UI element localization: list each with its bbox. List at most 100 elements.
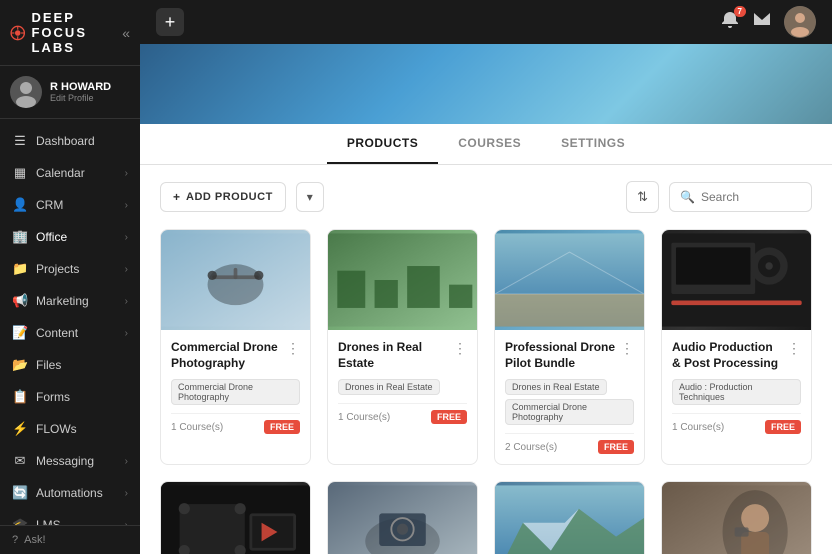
- sidebar-item-dashboard[interactable]: ☰ Dashboard: [0, 125, 140, 157]
- product-footer: 2 Course(s) FREE: [505, 433, 634, 454]
- product-menu-button[interactable]: ⋮: [616, 340, 634, 357]
- sidebar-item-files[interactable]: 📂 Files: [0, 349, 140, 381]
- add-product-dropdown-button[interactable]: ▾: [296, 182, 324, 212]
- sidebar-profile[interactable]: R HOWARD Edit Profile: [0, 66, 140, 119]
- ask-icon: ?: [12, 534, 18, 546]
- product-tag: Audio : Production Techniques: [672, 379, 801, 405]
- tab-courses[interactable]: COURSES: [438, 124, 541, 164]
- sidebar-item-messaging[interactable]: ✉ Messaging ›: [0, 445, 140, 477]
- sidebar-item-label: CRM: [36, 198, 63, 212]
- notifications-button[interactable]: 7: [720, 10, 740, 35]
- product-card-the-practicing-photographer[interactable]: The Practicing Photographer ⋮ Practicing…: [327, 481, 478, 554]
- sidebar-item-lms[interactable]: 🎓 LMS ›: [0, 509, 140, 525]
- chevron-right-icon: ›: [125, 456, 128, 467]
- product-title-row: Audio Production & Post Processing ⋮: [672, 340, 801, 371]
- product-card-cinematography-bundle[interactable]: Cinematography Bundle ⋮ Cinematography B…: [160, 481, 311, 554]
- dashboard-icon: ☰: [12, 133, 28, 149]
- sidebar: DEEP FOCUS LABS « R HOWARD Edit Profile …: [0, 0, 140, 554]
- tab-settings[interactable]: SETTINGS: [541, 124, 645, 164]
- profile-avatar: [10, 76, 42, 108]
- product-tags: Drones in Real Estate Commercial Drone P…: [505, 379, 634, 425]
- chevron-right-icon: ›: [125, 488, 128, 499]
- free-badge: FREE: [765, 420, 801, 434]
- projects-icon: 📁: [12, 261, 28, 277]
- sidebar-item-marketing[interactable]: 📢 Marketing ›: [0, 285, 140, 317]
- product-image: [495, 230, 644, 330]
- sidebar-item-label: Files: [36, 358, 61, 372]
- content-area: PRODUCTS COURSES SETTINGS + ADD PRODUCT …: [140, 44, 832, 554]
- product-card-commercial-drone-photography[interactable]: Commercial Drone Photography ⋮ Commercia…: [160, 229, 311, 465]
- product-image: [662, 482, 811, 554]
- product-menu-button[interactable]: ⋮: [282, 340, 300, 357]
- product-menu-button[interactable]: ⋮: [783, 340, 801, 357]
- tab-products[interactable]: PRODUCTS: [327, 124, 438, 164]
- app-name: DEEP FOCUS LABS: [31, 10, 116, 55]
- sidebar-item-label: Forms: [36, 390, 70, 404]
- sidebar-item-content[interactable]: 📝 Content ›: [0, 317, 140, 349]
- user-avatar[interactable]: [784, 6, 816, 38]
- product-tags: Commercial Drone Photography: [171, 379, 300, 405]
- product-title-row: Professional Drone Pilot Bundle ⋮: [505, 340, 634, 371]
- content-icon: 📝: [12, 325, 28, 341]
- product-title: Audio Production & Post Processing: [672, 340, 783, 371]
- add-button[interactable]: +: [156, 8, 184, 36]
- edit-profile-link[interactable]: Edit Profile: [50, 93, 111, 103]
- chevron-right-icon: ›: [125, 296, 128, 307]
- messages-button[interactable]: [752, 10, 772, 35]
- sidebar-item-label: Content: [36, 326, 78, 340]
- calendar-icon: ▦: [12, 165, 28, 181]
- forms-icon: 📋: [12, 389, 28, 405]
- product-body: Professional Drone Pilot Bundle ⋮ Drones…: [495, 330, 644, 464]
- sidebar-item-automations[interactable]: 🔄 Automations ›: [0, 477, 140, 509]
- sort-button[interactable]: ⇅: [626, 181, 659, 213]
- add-product-label: ADD PRODUCT: [186, 191, 273, 203]
- free-badge: FREE: [431, 410, 467, 424]
- logo-icon: [10, 19, 25, 47]
- sidebar-item-label: LMS: [36, 518, 61, 525]
- sidebar-item-label: Messaging: [36, 454, 94, 468]
- sidebar-item-label: Calendar: [36, 166, 85, 180]
- product-tag-1: Drones in Real Estate: [505, 379, 607, 395]
- sidebar-item-forms[interactable]: 📋 Forms: [0, 381, 140, 413]
- sidebar-item-label: Marketing: [36, 294, 89, 308]
- product-footer: 1 Course(s) FREE: [672, 413, 801, 434]
- ask-label: Ask!: [24, 534, 45, 546]
- profile-info: R HOWARD Edit Profile: [50, 81, 111, 103]
- office-icon: 🏢: [12, 229, 28, 245]
- plus-icon: +: [173, 190, 180, 204]
- product-tag-2: Commercial Drone Photography: [505, 399, 634, 425]
- product-footer: 1 Course(s) FREE: [171, 413, 300, 434]
- product-title-row: Commercial Drone Photography ⋮: [171, 340, 300, 371]
- free-badge: FREE: [598, 440, 634, 454]
- courses-count: 2 Course(s): [505, 442, 557, 453]
- product-card-professional-drone-pilot-bundle[interactable]: Professional Drone Pilot Bundle ⋮ Drones…: [494, 229, 645, 465]
- product-title-row: Drones in Real Estate ⋮: [338, 340, 467, 371]
- chevron-right-icon: ›: [125, 232, 128, 243]
- flows-icon: ⚡: [12, 421, 28, 437]
- collapse-sidebar-button[interactable]: «: [122, 25, 130, 41]
- sidebar-item-office[interactable]: 🏢 Office ›: [0, 221, 140, 253]
- sidebar-item-flows[interactable]: ⚡ FLOWs: [0, 413, 140, 445]
- product-card-audio-production[interactable]: Audio Production & Post Processing ⋮ Aud…: [661, 229, 812, 465]
- ask-button[interactable]: ? Ask!: [12, 534, 128, 546]
- sidebar-item-crm[interactable]: 👤 CRM ›: [0, 189, 140, 221]
- courses-count: 1 Course(s): [338, 412, 390, 423]
- sidebar-item-projects[interactable]: 📁 Projects ›: [0, 253, 140, 285]
- automations-icon: 🔄: [12, 485, 28, 501]
- chevron-right-icon: ›: [125, 328, 128, 339]
- product-card-photography-beginner-series[interactable]: Photography: Beginner Series ⋮ Photograp…: [661, 481, 812, 554]
- add-product-button[interactable]: + ADD PRODUCT: [160, 182, 286, 212]
- product-card-drones-in-real-estate[interactable]: Drones in Real Estate ⋮ Drones in Real E…: [327, 229, 478, 465]
- chevron-right-icon: ›: [125, 200, 128, 211]
- product-image: [161, 482, 310, 554]
- product-card-landscape-photography-basics[interactable]: Landscape Photography: Basics ⋮ Landscap…: [494, 481, 645, 554]
- search-input[interactable]: [701, 190, 801, 204]
- sidebar-item-calendar[interactable]: ▦ Calendar ›: [0, 157, 140, 189]
- sort-icon: ⇅: [637, 189, 648, 204]
- search-box: 🔍: [669, 182, 812, 212]
- product-menu-button[interactable]: ⋮: [449, 340, 467, 357]
- product-tag: Drones in Real Estate: [338, 379, 440, 395]
- product-title: Drones in Real Estate: [338, 340, 449, 371]
- products-toolbar: + ADD PRODUCT ▾ ⇅ 🔍: [160, 181, 812, 213]
- chevron-right-icon: ›: [125, 520, 128, 526]
